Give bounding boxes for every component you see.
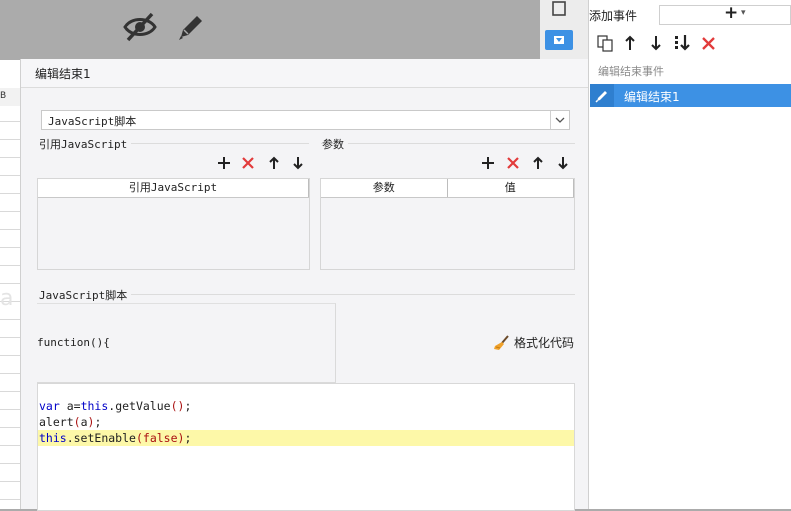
code-token: this [80, 399, 109, 413]
params-column-value: 值 [448, 179, 574, 197]
grid-watermark: a [0, 286, 14, 311]
event-list-header: 编辑结束事件 [598, 65, 664, 78]
event-move-up-button[interactable] [624, 35, 636, 54]
script-type-value: JavaScript脚本 [48, 115, 137, 128]
plus-icon [218, 157, 230, 169]
format-code-label: 格式化代码 [514, 336, 575, 350]
code-token: this [39, 431, 67, 445]
arrow-down-icon [558, 157, 568, 170]
format-code-button[interactable]: 格式化代码 [493, 334, 574, 351]
chevron-down-icon[interactable] [550, 111, 569, 129]
close-icon [507, 157, 519, 169]
arrow-down-icon [293, 157, 303, 170]
ref-js-column-header: 引用JavaScript [38, 179, 309, 197]
edit-event-dialog: 编辑结束1 JavaScript脚本 引用JavaScript 引用JavaSc… [20, 59, 589, 511]
dialog-title: 编辑结束1 [35, 67, 91, 81]
code-token: a= [59, 399, 81, 413]
arrow-up-icon [625, 35, 635, 50]
frame-icon[interactable] [550, 0, 568, 18]
close-icon [702, 37, 715, 50]
arrow-down-icon [651, 36, 661, 51]
grid-column-label: B [0, 91, 7, 101]
params-table-header: 参数 值 [321, 179, 574, 198]
pencil-icon[interactable] [175, 11, 207, 43]
close-icon [242, 157, 254, 169]
params-add-button[interactable] [479, 154, 497, 172]
broom-icon [494, 334, 509, 350]
event-move-bottom-button[interactable] [674, 34, 692, 55]
code-token: .setEnable [66, 431, 136, 445]
params-move-up-button[interactable] [529, 154, 547, 172]
params-divider [321, 143, 575, 144]
code-editor[interactable]: var a=this.getValue(); alert(a); this.se… [37, 383, 575, 511]
code-token: var [39, 399, 60, 413]
params-delete-button[interactable] [504, 154, 522, 172]
spreadsheet-grid [0, 60, 21, 509]
ref-js-delete-button[interactable] [239, 154, 257, 172]
grid-column-header: B [0, 88, 20, 106]
ref-js-move-down-button[interactable] [289, 154, 307, 172]
event-move-down-button[interactable] [650, 35, 662, 54]
pencil-icon [590, 84, 614, 107]
background-canvas [0, 0, 588, 60]
code-line-2: alert(a); [38, 414, 101, 430]
caret-down-icon: ▾ [741, 8, 746, 18]
ref-js-table-header: 引用JavaScript [38, 179, 309, 198]
code-token: .getValue [108, 399, 171, 413]
params-table: 参数 值 [320, 178, 575, 270]
code-token: ( [135, 431, 143, 445]
code-line-3: this.setEnable(false); [38, 430, 574, 446]
add-event-dropdown[interactable]: + ▾ [659, 3, 791, 25]
add-event-label: 添加事件 [589, 9, 638, 23]
code-line-1: var a=this.getValue(); [38, 398, 191, 414]
script-type-select[interactable]: JavaScript脚本 [41, 110, 570, 130]
arrow-up-icon [269, 156, 279, 169]
event-item-label: 编辑结束1 [624, 90, 680, 104]
code-token: ; [184, 431, 192, 445]
copy-button[interactable] [596, 34, 614, 55]
arrow-up-icon [533, 156, 543, 169]
code-token: ( [73, 415, 81, 429]
event-list-item[interactable]: 编辑结束1 [590, 84, 791, 107]
code-token: false [142, 431, 178, 445]
ref-js-label: 引用JavaScript [39, 136, 132, 152]
move-to-bottom-icon [675, 35, 690, 51]
code-token: a [80, 415, 88, 429]
plus-icon [482, 157, 494, 169]
eye-slash-icon[interactable] [122, 10, 158, 44]
params-move-down-button[interactable] [554, 154, 572, 172]
dialog-header: 编辑结束1 [21, 59, 589, 88]
copy-icon [597, 35, 613, 52]
ref-js-add-button[interactable] [215, 154, 233, 172]
ref-js-move-up-button[interactable] [265, 154, 283, 172]
code-token: ; [94, 415, 102, 429]
script-section-label: JavaScript脚本 [39, 287, 132, 303]
function-header: function(){ [37, 336, 110, 349]
dropdown-widget-icon[interactable] [545, 30, 573, 50]
ref-js-table: 引用JavaScript [37, 178, 310, 270]
params-label: 参数 [322, 136, 348, 152]
params-column-name: 参数 [321, 179, 448, 197]
event-delete-button[interactable] [701, 36, 716, 54]
function-header-area: function(){ [37, 303, 336, 383]
plus-icon: + [724, 3, 739, 23]
code-token: () [170, 399, 185, 413]
code-token: ; [184, 399, 192, 413]
code-token: alert [39, 415, 74, 429]
